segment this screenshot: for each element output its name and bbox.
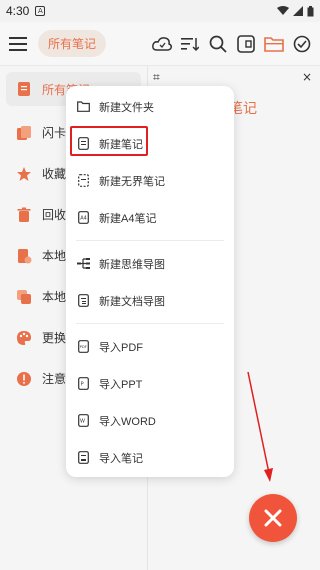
sidebar-item-label: 闪卡 (42, 126, 67, 140)
top-toolbar: 所有笔记 (0, 22, 320, 66)
menu-item-new-folder[interactable]: 新建文件夹 (66, 88, 234, 125)
menu-item-label: 新建笔记 (99, 138, 143, 151)
palette-icon (17, 330, 31, 345)
close-icon (264, 509, 282, 527)
menu-item-label: 新建思维导图 (99, 258, 165, 271)
menu-item-label: 新建文档导图 (99, 295, 165, 308)
sidebar-item-label: 本地 (42, 249, 67, 263)
layout-icon[interactable] (234, 32, 258, 56)
close-icon[interactable]: × (302, 70, 312, 84)
menu-item-label: 导入WORD (99, 415, 156, 428)
check-circle-icon[interactable] (290, 32, 314, 56)
menu-item-new-infinite-note[interactable]: 新建无界笔记 (66, 162, 234, 199)
wifi-icon (277, 6, 289, 15)
sidebar-item-label: 本地 (42, 290, 67, 304)
menu-item-new-doc-map[interactable]: 新建文档导图 (66, 282, 234, 319)
word-icon: W (76, 414, 90, 428)
dashed-note-icon (76, 174, 90, 188)
star-icon (17, 166, 31, 181)
menu-item-label: 导入PDF (99, 341, 143, 354)
notice-icon (17, 371, 31, 386)
menu-item-new-mindmap[interactable]: 新建思维导图 (66, 245, 234, 282)
menu-item-new-a4-note[interactable]: A4 新建A4笔记 (66, 199, 234, 236)
menu-item-import-ppt[interactable]: P 导入PPT (66, 365, 234, 402)
menu-item-label: 导入PPT (99, 378, 143, 391)
menu-item-label: 新建A4笔记 (99, 212, 157, 225)
menu-item-new-note[interactable]: 新建笔记 (66, 125, 234, 162)
mindmap-icon (76, 257, 90, 271)
folder-icon[interactable] (262, 32, 286, 56)
signal-icon (293, 6, 303, 16)
menu-item-label: 导入笔记 (99, 452, 143, 465)
sort-icon[interactable] (178, 32, 202, 56)
menu-item-import-pdf[interactable]: PDF 导入PDF (66, 328, 234, 365)
folder-chip[interactable]: 所有笔记 (38, 30, 107, 57)
note-icon (18, 82, 30, 96)
status-time: 4:30 (6, 4, 30, 18)
import-note-icon (76, 451, 90, 465)
status-bar: 4:30 A (0, 0, 320, 22)
menu-icon[interactable] (0, 22, 36, 66)
svg-text:W: W (80, 419, 85, 425)
menu-item-import-note[interactable]: 导入笔记 (66, 439, 234, 476)
ppt-icon: P (76, 377, 90, 391)
svg-text:PDF: PDF (79, 345, 86, 349)
pdf-icon: PDF (76, 340, 90, 354)
search-icon[interactable] (206, 32, 230, 56)
svg-text:P: P (80, 382, 83, 388)
menu-divider (76, 323, 224, 324)
close-fab-button[interactable] (249, 494, 297, 542)
battery-icon (307, 5, 314, 16)
status-right (277, 5, 314, 17)
folder-outline-icon (76, 100, 90, 114)
doc-map-icon (76, 294, 90, 308)
notification-icon: A (35, 6, 46, 16)
new-item-menu: 新建文件夹 新建笔记 新建无界笔记 A4 新建A4笔记 新建思维导图 新建文档导… (66, 86, 234, 477)
svg-text:A4: A4 (80, 216, 87, 222)
sidebar-item-label: 收藏 (42, 167, 67, 181)
a4-note-icon: A4 (76, 211, 90, 225)
sidebar-item-label: 更换 (42, 331, 67, 345)
flashcard-icon (17, 125, 31, 140)
expand-icon[interactable]: ⌗ (153, 70, 160, 85)
menu-item-label: 新建无界笔记 (99, 175, 165, 188)
toolbar-icons (150, 32, 320, 56)
menu-item-label: 新建文件夹 (99, 101, 154, 114)
menu-divider (76, 240, 224, 241)
sidebar-item-label: 回收 (42, 208, 67, 222)
menu-item-import-word[interactable]: W 导入WORD (66, 402, 234, 439)
sidebar-item-label: 注意 (42, 372, 67, 386)
backup-icon (17, 289, 31, 304)
trash-icon (17, 207, 31, 222)
local-icon (18, 248, 32, 263)
note-outline-icon (76, 137, 90, 151)
cloud-sync-icon[interactable] (150, 32, 174, 56)
